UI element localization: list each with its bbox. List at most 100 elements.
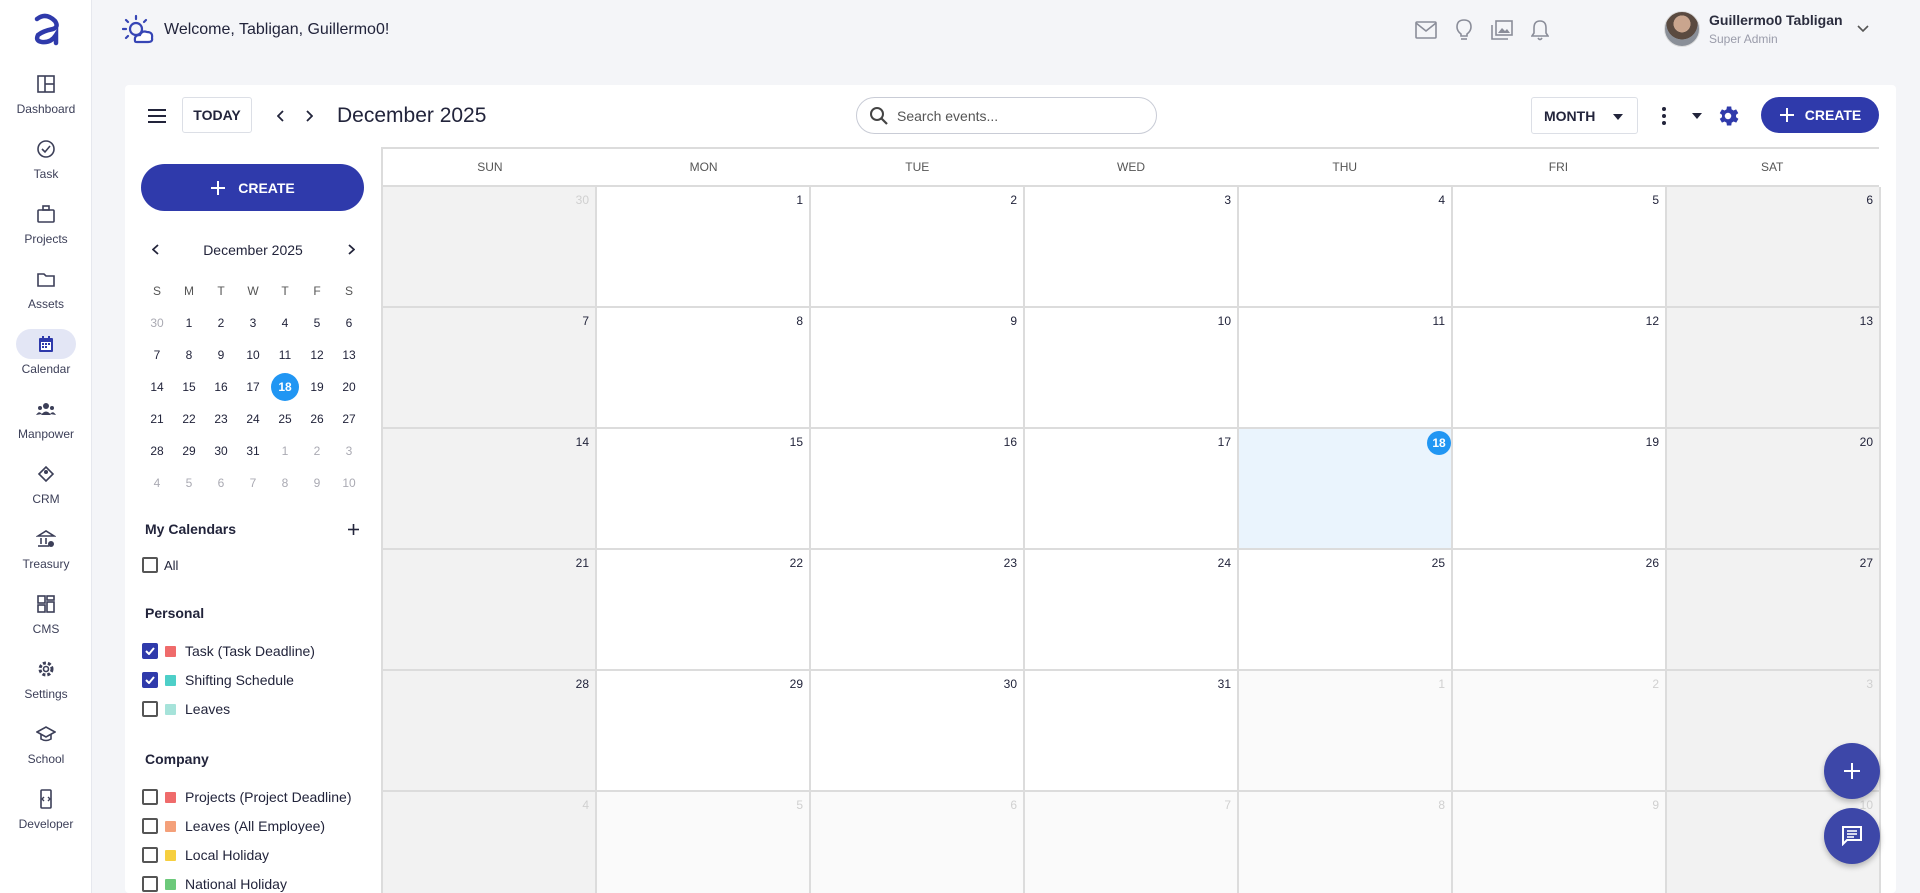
nav-item-calendar[interactable]: Calendar [0, 320, 92, 385]
day-cell[interactable]: 23 [811, 550, 1025, 671]
user-menu[interactable]: Guillermo0 Tabligan Super Admin [1664, 11, 1869, 47]
day-cell[interactable]: 2 [1453, 671, 1667, 792]
day-cell[interactable]: 2 [811, 187, 1025, 308]
calendar-toggle[interactable]: Leaves (All Employee) [142, 816, 325, 836]
mail-icon[interactable] [1414, 18, 1438, 42]
mini-day[interactable]: 10 [333, 467, 365, 499]
more-options-icon[interactable] [1652, 104, 1676, 128]
caret-down-icon[interactable] [1685, 104, 1709, 128]
day-cell[interactable]: 7 [1025, 792, 1239, 893]
day-cell[interactable]: 28 [383, 671, 597, 792]
day-cell[interactable]: 12 [1453, 308, 1667, 429]
day-cell[interactable]: 4 [1239, 187, 1453, 308]
mini-day[interactable]: 25 [269, 403, 301, 435]
mini-day[interactable]: 24 [237, 403, 269, 435]
calendar-toggle[interactable]: Task (Task Deadline) [142, 641, 315, 661]
mini-day[interactable]: 6 [205, 467, 237, 499]
day-cell[interactable]: 18 [1239, 429, 1453, 550]
day-cell[interactable]: 25 [1239, 550, 1453, 671]
mini-day[interactable]: 22 [173, 403, 205, 435]
mini-day[interactable]: 4 [269, 307, 301, 339]
mini-day[interactable]: 5 [173, 467, 205, 499]
nav-item-task[interactable]: Task [0, 125, 92, 190]
day-cell[interactable]: 16 [811, 429, 1025, 550]
next-month-button[interactable] [297, 104, 321, 128]
mini-day[interactable]: 16 [205, 371, 237, 403]
mini-day[interactable]: 9 [301, 467, 333, 499]
mini-prev-button[interactable] [145, 239, 165, 259]
fab-add-button[interactable] [1824, 743, 1880, 799]
day-cell[interactable]: 22 [597, 550, 811, 671]
mini-day[interactable]: 3 [237, 307, 269, 339]
mini-day[interactable]: 30 [141, 307, 173, 339]
nav-item-dashboard[interactable]: Dashboard [0, 60, 92, 125]
day-cell[interactable]: 9 [811, 308, 1025, 429]
lightbulb-icon[interactable] [1452, 18, 1476, 42]
calendar-toggle[interactable]: Leaves [142, 699, 230, 719]
nav-item-cms[interactable]: CMS [0, 580, 92, 645]
day-cell[interactable]: 6 [1667, 187, 1881, 308]
today-button[interactable]: TODAY [182, 97, 252, 133]
day-cell[interactable]: 26 [1453, 550, 1667, 671]
mini-day[interactable]: 9 [205, 339, 237, 371]
gallery-icon[interactable] [1490, 18, 1514, 42]
day-cell[interactable]: 11 [1239, 308, 1453, 429]
day-cell[interactable]: 1 [597, 187, 811, 308]
day-cell[interactable]: 30 [811, 671, 1025, 792]
day-cell[interactable]: 31 [1025, 671, 1239, 792]
mini-day[interactable]: 20 [333, 371, 365, 403]
calendar-all-checkbox[interactable]: All [142, 555, 178, 575]
mini-day[interactable]: 12 [301, 339, 333, 371]
day-cell[interactable]: 8 [597, 308, 811, 429]
mini-day[interactable]: 30 [205, 435, 237, 467]
mini-day[interactable]: 14 [141, 371, 173, 403]
nav-item-assets[interactable]: Assets [0, 255, 92, 320]
mini-day[interactable]: 15 [173, 371, 205, 403]
day-cell[interactable]: 27 [1667, 550, 1881, 671]
mini-day[interactable]: 8 [173, 339, 205, 371]
add-calendar-button[interactable] [343, 519, 363, 539]
nav-item-projects[interactable]: Projects [0, 190, 92, 255]
gear-icon[interactable] [1715, 103, 1741, 129]
mini-day[interactable]: 7 [237, 467, 269, 499]
day-cell[interactable]: 5 [597, 792, 811, 893]
mini-day[interactable]: 31 [237, 435, 269, 467]
mini-day[interactable]: 26 [301, 403, 333, 435]
side-create-button[interactable]: CREATE [141, 164, 364, 211]
bell-icon[interactable] [1528, 18, 1552, 42]
nav-item-settings[interactable]: Settings [0, 645, 92, 710]
search-input[interactable] [897, 107, 1137, 124]
day-cell[interactable]: 24 [1025, 550, 1239, 671]
day-cell[interactable]: 8 [1239, 792, 1453, 893]
mini-day[interactable]: 23 [205, 403, 237, 435]
mini-day[interactable]: 8 [269, 467, 301, 499]
mini-day[interactable]: 18 [269, 371, 301, 403]
mini-day[interactable]: 10 [237, 339, 269, 371]
mini-day[interactable]: 1 [173, 307, 205, 339]
mini-day[interactable]: 2 [301, 435, 333, 467]
prev-month-button[interactable] [269, 104, 293, 128]
mini-day[interactable]: 2 [205, 307, 237, 339]
mini-day[interactable]: 1 [269, 435, 301, 467]
day-cell[interactable]: 3 [1025, 187, 1239, 308]
mini-day[interactable]: 4 [141, 467, 173, 499]
calendar-toggle[interactable]: National Holiday [142, 874, 287, 893]
logo-icon[interactable] [0, 0, 92, 60]
day-cell[interactable]: 15 [597, 429, 811, 550]
day-cell[interactable]: 7 [383, 308, 597, 429]
mini-day[interactable]: 29 [173, 435, 205, 467]
day-cell[interactable]: 30 [383, 187, 597, 308]
mini-day[interactable]: 7 [141, 339, 173, 371]
mini-day[interactable]: 13 [333, 339, 365, 371]
nav-item-developer[interactable]: Developer [0, 775, 92, 840]
view-select[interactable]: MONTH [1531, 97, 1638, 134]
day-cell[interactable]: 19 [1453, 429, 1667, 550]
day-cell[interactable]: 20 [1667, 429, 1881, 550]
mini-day[interactable]: 28 [141, 435, 173, 467]
mini-day[interactable]: 19 [301, 371, 333, 403]
day-cell[interactable]: 6 [811, 792, 1025, 893]
mini-day[interactable]: 17 [237, 371, 269, 403]
calendar-toggle[interactable]: Shifting Schedule [142, 670, 294, 690]
mini-day[interactable]: 11 [269, 339, 301, 371]
mini-day[interactable]: 3 [333, 435, 365, 467]
